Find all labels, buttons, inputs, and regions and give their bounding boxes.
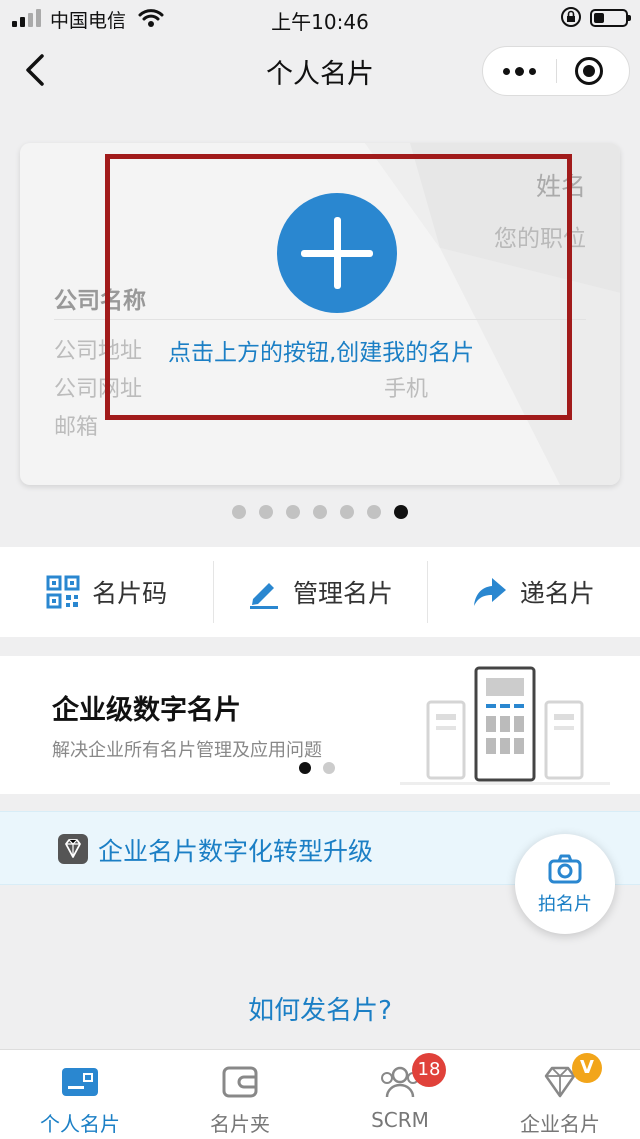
card-actions: 名片码 管理名片 递名片: [0, 547, 640, 637]
mini-program-capsule: [482, 46, 630, 96]
more-options-button[interactable]: [483, 47, 556, 95]
notification-badge: 18: [412, 1053, 446, 1087]
card-email: 邮箱: [54, 415, 99, 440]
promo-illustration: [400, 666, 610, 785]
vip-badge: V: [572, 1053, 602, 1083]
promo-subtitle: 解决企业所有名片管理及应用问题: [52, 740, 322, 761]
tab-enterprise-card[interactable]: 企业名片: [480, 1050, 640, 1139]
tab-personal-card[interactable]: 个人名片: [0, 1050, 160, 1139]
manage-card-label: 管理名片: [292, 579, 393, 608]
scan-card-button[interactable]: 拍名片: [515, 834, 615, 934]
capsule-divider: [556, 59, 557, 83]
promo-pagination: [299, 762, 335, 774]
pagination-dot[interactable]: [340, 505, 354, 519]
close-mini-program-button[interactable]: [575, 57, 603, 85]
share-arrow-icon: [473, 578, 506, 606]
clock: 上午10:46: [271, 10, 369, 34]
navigation-bar: 个人名片: [0, 36, 640, 106]
pencil-icon: [249, 583, 278, 609]
status-bar: 中国电信 上午10:46: [0, 0, 640, 36]
orientation-lock-icon: [561, 7, 581, 27]
wallet-icon: [222, 1066, 258, 1098]
pagination-dot[interactable]: [286, 505, 300, 519]
promo-dot[interactable]: [299, 762, 311, 774]
promo-title: 企业级数字名片: [52, 695, 241, 726]
promo-dot[interactable]: [323, 762, 335, 774]
pagination-dot[interactable]: [232, 505, 246, 519]
pagination-dot[interactable]: [259, 505, 273, 519]
scan-card-label: 拍名片: [538, 894, 592, 915]
qr-code-button[interactable]: 名片码: [0, 547, 213, 637]
upgrade-text: 企业名片数字化转型升级: [98, 837, 374, 866]
send-card-label: 递名片: [519, 579, 595, 608]
camera-icon: [548, 854, 582, 884]
tab-bar: 个人名片 名片夹 SCRM 企业名片: [0, 1049, 640, 1139]
card-pagination: [0, 505, 640, 519]
manage-card-button[interactable]: 管理名片: [213, 547, 426, 637]
pagination-dot[interactable]: [394, 505, 408, 519]
diamond-icon: [58, 834, 88, 864]
tab-scrm[interactable]: SCRM: [320, 1050, 480, 1139]
qr-code-label: 名片码: [92, 579, 168, 608]
send-card-button[interactable]: 递名片: [426, 547, 640, 637]
pagination-dot[interactable]: [313, 505, 327, 519]
qr-code-icon: [46, 575, 80, 609]
tab-label: 名片夹: [210, 1112, 270, 1136]
highlight-box: [105, 154, 572, 420]
tab-card-holder[interactable]: 名片夹: [160, 1050, 320, 1139]
tab-label: 个人名片: [40, 1112, 120, 1136]
tab-label: 企业名片: [520, 1112, 600, 1136]
tab-label: SCRM: [371, 1108, 429, 1132]
battery-icon: [590, 9, 631, 27]
card-icon: [62, 1068, 98, 1096]
how-to-send-link[interactable]: 如何发名片?: [0, 990, 640, 1027]
promo-banner[interactable]: 企业级数字名片 解决企业所有名片管理及应用问题: [0, 656, 640, 794]
pagination-dot[interactable]: [367, 505, 381, 519]
